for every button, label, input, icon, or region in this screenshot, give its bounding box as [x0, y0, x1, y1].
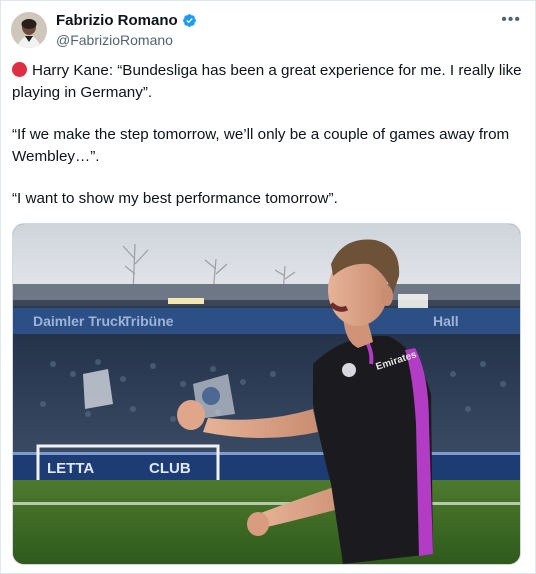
svg-text:Hall: Hall: [433, 313, 459, 329]
avatar-photo: [11, 12, 47, 48]
red-circle-icon: [12, 62, 27, 77]
tweet-line-1: Harry Kane: “Bundesliga has been a great…: [12, 62, 522, 101]
tweet-text: Harry Kane: “Bundesliga has been a great…: [12, 60, 522, 210]
tweet-paragraph-3: “I want to show my best performance tomo…: [12, 190, 338, 207]
author-avatar[interactable]: [11, 12, 47, 48]
svg-text:Daimler Truck: Daimler Truck: [33, 313, 126, 329]
ad-board-center: CLUB: [149, 460, 191, 477]
tweet-paragraph-1: Harry Kane: “Bundesliga has been a great…: [12, 60, 522, 104]
player-celebration-photo: Daimler Truck Tribüne Hall LETTA CLUB Em…: [13, 224, 520, 564]
author-name[interactable]: Fabrizio Romano: [56, 12, 178, 29]
author-handle[interactable]: @FabrizioRomano: [56, 32, 173, 48]
ad-board-left: LETTA: [47, 460, 94, 477]
svg-text:Tribüne: Tribüne: [123, 313, 174, 329]
tweet-media-photo[interactable]: Daimler Truck Tribüne Hall LETTA CLUB Em…: [12, 223, 521, 565]
verified-badge-icon: [182, 14, 196, 27]
more-options-icon[interactable]: •••: [501, 10, 521, 30]
tweet-paragraph-2: “If we make the step tomorrow, we’ll onl…: [12, 126, 510, 165]
